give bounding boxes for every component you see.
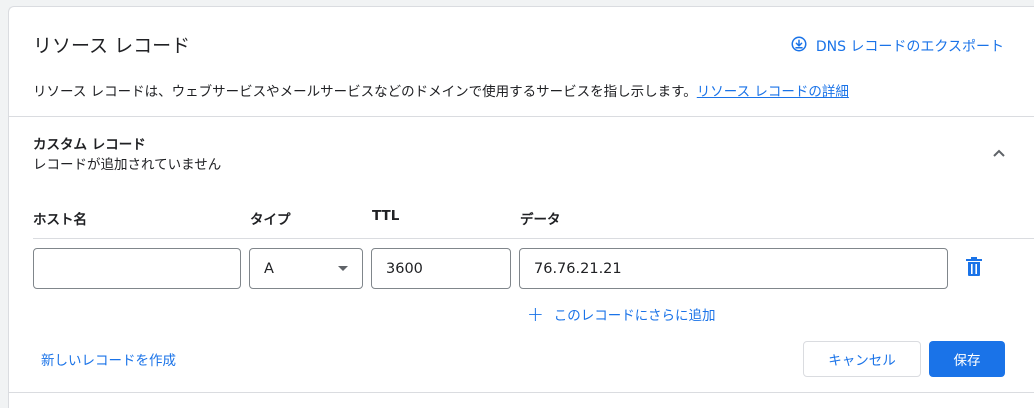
delete-record-button[interactable] <box>963 257 985 281</box>
details-link[interactable]: リソース レコードの詳細 <box>697 84 849 100</box>
data-input[interactable] <box>519 248 948 289</box>
chevron-up-icon <box>992 143 1006 162</box>
column-header-ttl: TTL <box>372 208 400 224</box>
plus-icon: + <box>527 302 544 326</box>
column-header-host: ホスト名 <box>33 212 87 228</box>
type-select[interactable]: A <box>249 248 363 289</box>
type-select-value: A <box>264 260 274 277</box>
add-more-to-record-button[interactable]: + このレコードにさらに追加 <box>527 304 716 324</box>
card-description: リソース レコードは、ウェブサービスやメールサービスなどのドメインで使用するサー… <box>33 80 849 100</box>
card-title: リソース レコード <box>33 35 191 57</box>
save-button[interactable]: 保存 <box>929 341 1005 377</box>
trash-icon <box>965 257 983 281</box>
caret-down-icon <box>338 266 348 271</box>
table-header-divider <box>33 238 1034 239</box>
add-more-label: このレコードにさらに追加 <box>553 308 716 324</box>
export-dns-records-button[interactable]: DNS レコードのエクスポート <box>790 35 1004 57</box>
resource-records-card: リソース レコード DNS レコードのエクスポート リソース レコードは、ウェブ… <box>8 6 1034 408</box>
description-text: リソース レコードは、ウェブサービスやメールサービスなどのドメインで使用するサー… <box>33 84 697 100</box>
create-new-record-link[interactable]: 新しいレコードを作成 <box>41 349 176 369</box>
collapse-button[interactable] <box>988 141 1010 163</box>
custom-records-title: カスタム レコード <box>33 137 146 153</box>
export-label: DNS レコードのエクスポート <box>815 39 1004 55</box>
download-circle-icon <box>790 35 808 57</box>
column-header-type: タイプ <box>250 212 291 228</box>
ttl-input[interactable] <box>371 248 511 289</box>
host-name-input[interactable] <box>33 248 241 289</box>
column-header-data: データ <box>520 212 561 228</box>
header-divider <box>9 116 1034 117</box>
cancel-button[interactable]: キャンセル <box>803 341 921 377</box>
custom-records-subtitle: レコードが追加されていません <box>33 157 222 173</box>
bottom-divider <box>9 392 1034 393</box>
